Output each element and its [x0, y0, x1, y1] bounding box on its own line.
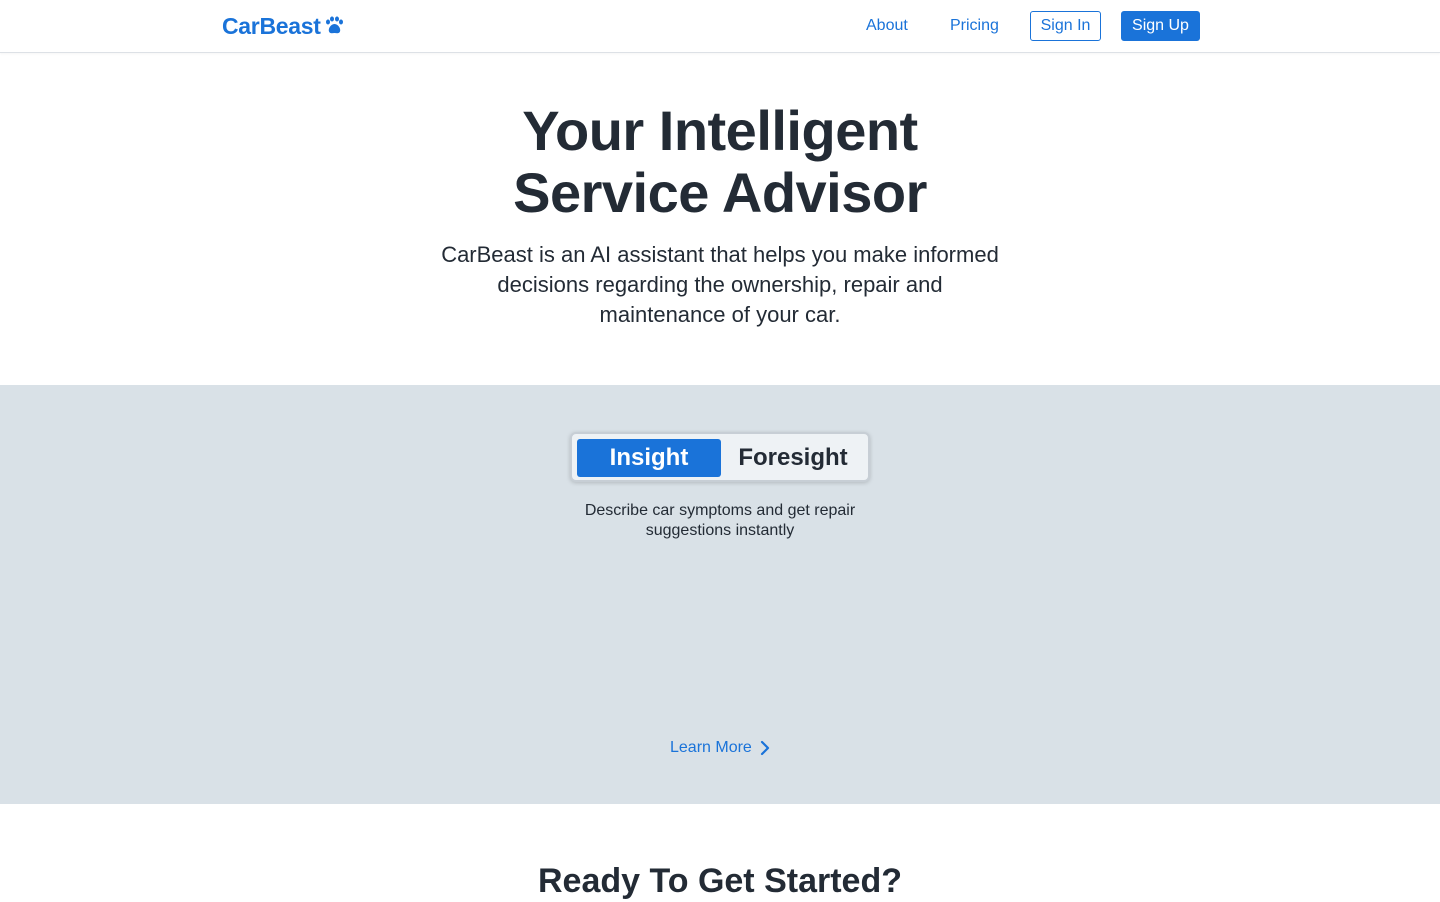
hero-title-line-2: Service Advisor [513, 161, 927, 224]
hero-subtitle: CarBeast is an AI assistant that helps y… [441, 242, 999, 327]
feature-section: Insight Foresight Describe car symptoms … [0, 385, 1440, 804]
nav-pricing-link[interactable]: Pricing [950, 16, 999, 36]
nav-about-link[interactable]: About [866, 16, 908, 36]
hero-title-line-1: Your Intelligent [522, 99, 918, 162]
sign-up-button[interactable]: Sign Up [1121, 11, 1200, 41]
feature-toggle: Insight Foresight [570, 432, 870, 482]
feature-description: Describe car symptoms and get repair sug… [584, 502, 856, 539]
brand-name: CarBeast [222, 12, 321, 39]
learn-more-link[interactable]: Learn More [670, 737, 770, 759]
tab-foresight[interactable]: Foresight [721, 439, 865, 477]
hero-title: Your Intelligent Service Advisor [0, 100, 1440, 224]
brand-logo-link[interactable]: CarBeast [222, 11, 344, 41]
tab-insight[interactable]: Insight [577, 439, 721, 477]
learn-more-label: Learn More [670, 739, 752, 756]
sign-in-button[interactable]: Sign In [1030, 11, 1101, 41]
top-navbar: CarBeast About Pricing Sign In Sign Up [0, 0, 1440, 53]
paw-icon [325, 16, 343, 34]
cta-title: Ready To Get Started? [538, 862, 902, 900]
chevron-right-icon [760, 740, 769, 756]
